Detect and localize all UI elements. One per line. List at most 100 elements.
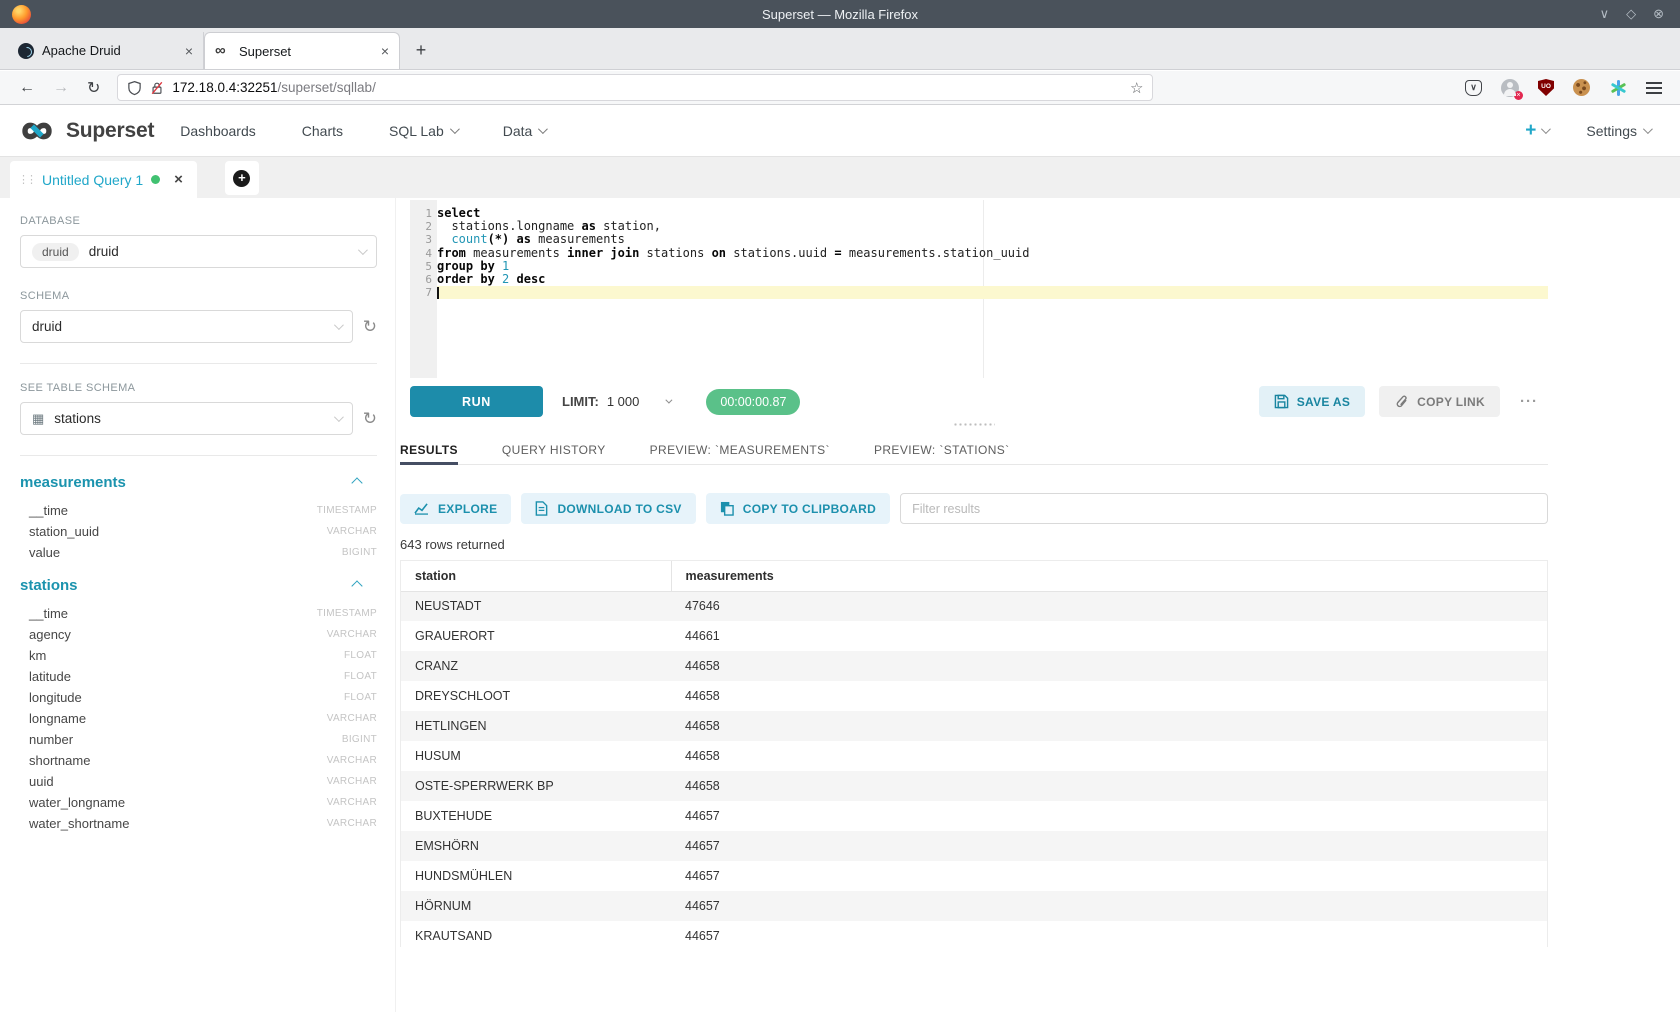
table-cell: 44658	[671, 681, 1547, 711]
account-icon[interactable]: ×	[1501, 79, 1519, 97]
editor-line[interactable]: 6order by 2 desc	[410, 273, 1548, 286]
table-select[interactable]: ▦ stations	[20, 402, 353, 435]
editor-line[interactable]: 4from measurements inner join stations o…	[410, 247, 1548, 260]
pocket-icon[interactable]: ∨	[1465, 80, 1482, 96]
tab-close-icon[interactable]: ×	[381, 43, 389, 59]
query-tab-strip: ⋮⋮ Untitled Query 1 × +	[0, 157, 1680, 198]
chevron-up-icon[interactable]	[351, 580, 362, 591]
table-cell: 44657	[671, 891, 1547, 921]
sql-editor[interactable]: 1select2 stations.longname as station,3 …	[410, 200, 1548, 378]
add-query-tab-button[interactable]: +	[225, 161, 259, 195]
tracking-shield-icon[interactable]	[127, 80, 142, 96]
limit-dropdown[interactable]: LIMIT: 1 000	[562, 394, 670, 409]
browser-tab-apache-druid[interactable]: Apache Druid ×	[8, 32, 204, 69]
reload-icon[interactable]: ↻	[78, 78, 109, 98]
refresh-schema-icon[interactable]: ↻	[363, 318, 377, 335]
menu-hamburger-icon[interactable]	[1646, 82, 1662, 94]
column-name: __time	[29, 503, 68, 518]
nav-dashboards[interactable]: Dashboards	[180, 123, 256, 139]
refresh-table-icon[interactable]: ↻	[363, 410, 377, 427]
table-value: stations	[54, 411, 101, 426]
table-cell: 44658	[671, 741, 1547, 771]
filter-results-input[interactable]	[900, 493, 1548, 524]
results-tab[interactable]: PREVIEW: `MEASUREMENTS`	[650, 435, 830, 464]
save-as-button[interactable]: SAVE AS	[1259, 386, 1365, 417]
results-tab[interactable]: RESULTS	[400, 435, 458, 464]
url-text[interactable]: 172.18.0.4:32251/superset/sqllab/	[172, 80, 1122, 95]
column-name: agency	[29, 627, 71, 642]
explore-button[interactable]: EXPLORE	[400, 494, 511, 524]
copy-clipboard-button[interactable]: COPY TO CLIPBOARD	[706, 493, 890, 524]
editor-line[interactable]: 7	[410, 286, 1548, 299]
account-badge-icon: ×	[1514, 91, 1523, 100]
run-button[interactable]: RUN	[410, 386, 543, 417]
schema-section-measurements: measurements__timeTIMESTAMPstation_uuidV…	[20, 474, 377, 563]
column-type: FLOAT	[344, 692, 377, 703]
column-item: agencyVARCHAR	[20, 624, 377, 645]
drag-handle-icon[interactable]: ⋮⋮	[18, 173, 34, 186]
line-number: 7	[410, 286, 437, 299]
browser-tabbar: Apache Druid × ∞ Superset × +	[0, 28, 1680, 70]
column-type: FLOAT	[344, 650, 377, 661]
chevron-down-icon	[334, 320, 344, 330]
query-tab-active[interactable]: ⋮⋮ Untitled Query 1 ×	[10, 161, 197, 198]
column-item: valueBIGINT	[20, 542, 377, 563]
chart-line-icon	[414, 502, 429, 515]
table-section-title[interactable]: measurements	[20, 474, 126, 491]
line-number: 4	[410, 247, 437, 260]
superset-brand[interactable]: Superset	[16, 118, 154, 144]
column-name: station_uuid	[29, 524, 99, 539]
tab-close-icon[interactable]: ×	[185, 43, 193, 59]
database-badge: druid	[32, 243, 79, 261]
new-tab-button[interactable]: +	[406, 35, 436, 65]
column-name: km	[29, 648, 46, 663]
insecure-lock-icon[interactable]	[150, 80, 164, 96]
nav-data[interactable]: Data	[503, 123, 546, 139]
query-tab-close-icon[interactable]: ×	[174, 171, 183, 188]
chevron-down-icon	[666, 397, 673, 404]
database-select[interactable]: druid druid	[20, 235, 377, 268]
file-csv-icon	[535, 501, 548, 516]
download-csv-button[interactable]: DOWNLOAD TO CSV	[521, 493, 695, 524]
column-type: VARCHAR	[327, 818, 377, 829]
column-header-station[interactable]: station	[401, 561, 671, 591]
query-status-dot	[151, 175, 160, 184]
bookmark-star-icon[interactable]: ☆	[1130, 79, 1143, 97]
schema-select[interactable]: druid	[20, 310, 353, 343]
table-cell: BUXTEHUDE	[401, 801, 671, 831]
line-number: 1	[410, 207, 437, 220]
cookie-extension-icon[interactable]	[1573, 79, 1590, 96]
more-options-icon[interactable]: ···	[1514, 393, 1544, 410]
clipboard-icon	[720, 501, 734, 516]
editor-line[interactable]: 5group by 1	[410, 260, 1548, 273]
chevron-up-icon[interactable]	[351, 477, 362, 488]
extension-sparkle-icon[interactable]	[1609, 79, 1627, 97]
back-icon[interactable]: ←	[10, 79, 44, 97]
window-maximize-icon[interactable]: ◇	[1626, 6, 1636, 22]
results-tab[interactable]: PREVIEW: `STATIONS`	[874, 435, 1010, 464]
nav-sql-lab[interactable]: SQL Lab	[389, 123, 457, 139]
settings-menu[interactable]: Settings	[1586, 123, 1650, 139]
line-code: group by 1	[437, 260, 1548, 273]
query-tab-title[interactable]: Untitled Query 1	[42, 172, 143, 188]
table-row: CRANZ44658	[401, 651, 1547, 681]
add-new-button[interactable]: +	[1525, 120, 1548, 142]
ublock-icon[interactable]: UO	[1538, 79, 1554, 96]
table-row: BUXTEHUDE44657	[401, 801, 1547, 831]
chevron-down-icon	[538, 124, 548, 134]
table-row: HÖRNUM44657	[401, 891, 1547, 921]
url-bar[interactable]: 172.18.0.4:32251/superset/sqllab/ ☆	[117, 74, 1153, 101]
results-tab[interactable]: QUERY HISTORY	[502, 435, 606, 464]
schema-value: druid	[32, 319, 62, 334]
superset-favicon-icon: ∞	[215, 43, 231, 59]
pane-splitter[interactable]	[400, 423, 1548, 427]
window-close-icon[interactable]: ⊗	[1653, 6, 1664, 22]
nav-charts[interactable]: Charts	[302, 123, 343, 139]
table-row: GRAUERORT44661	[401, 621, 1547, 651]
browser-tab-superset[interactable]: ∞ Superset ×	[204, 32, 400, 69]
copy-link-button[interactable]: COPY LINK	[1379, 386, 1500, 417]
limit-label: LIMIT:	[562, 394, 599, 409]
table-section-title[interactable]: stations	[20, 577, 78, 594]
column-header-measurements[interactable]: measurements	[671, 561, 1547, 591]
window-minimize-icon[interactable]: ∨	[1600, 6, 1610, 22]
